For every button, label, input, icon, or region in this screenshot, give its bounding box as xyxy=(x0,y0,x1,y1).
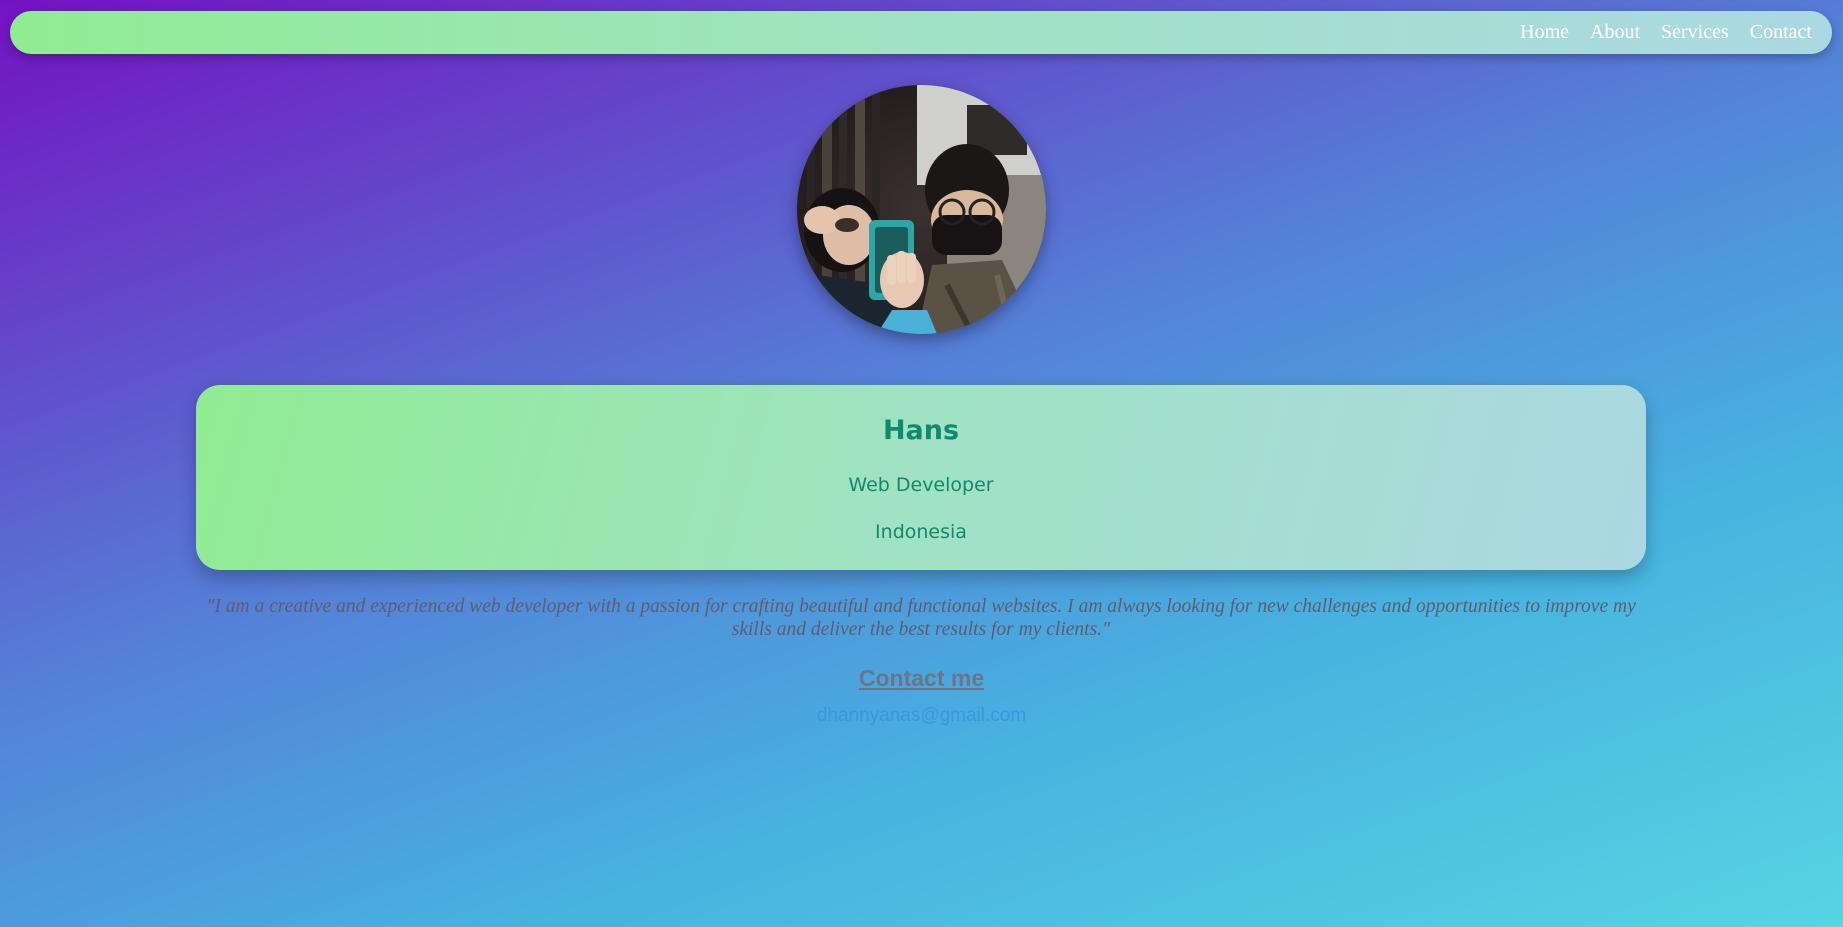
profile-card: Hans Web Developer Indonesia xyxy=(196,385,1646,570)
nav-link-about[interactable]: About xyxy=(1590,21,1640,44)
profile-photo-image xyxy=(797,85,1046,334)
profile-role: Web Developer xyxy=(848,474,994,496)
contact-email-link[interactable]: dhannyanas@gmail.com xyxy=(0,705,1843,727)
nav-link-contact[interactable]: Contact xyxy=(1750,21,1812,44)
profile-photo-avatar xyxy=(797,85,1046,334)
contact-me-link[interactable]: Contact me xyxy=(0,665,1843,692)
profile-name: Hans xyxy=(882,415,960,446)
profile-location: Indonesia xyxy=(875,521,967,543)
nav-link-services[interactable]: Services xyxy=(1661,21,1729,44)
top-navbar: Home About Services Contact xyxy=(10,11,1832,54)
nav-link-home[interactable]: Home xyxy=(1520,21,1569,44)
bio-quote: "I am a creative and experienced web dev… xyxy=(206,596,1636,640)
